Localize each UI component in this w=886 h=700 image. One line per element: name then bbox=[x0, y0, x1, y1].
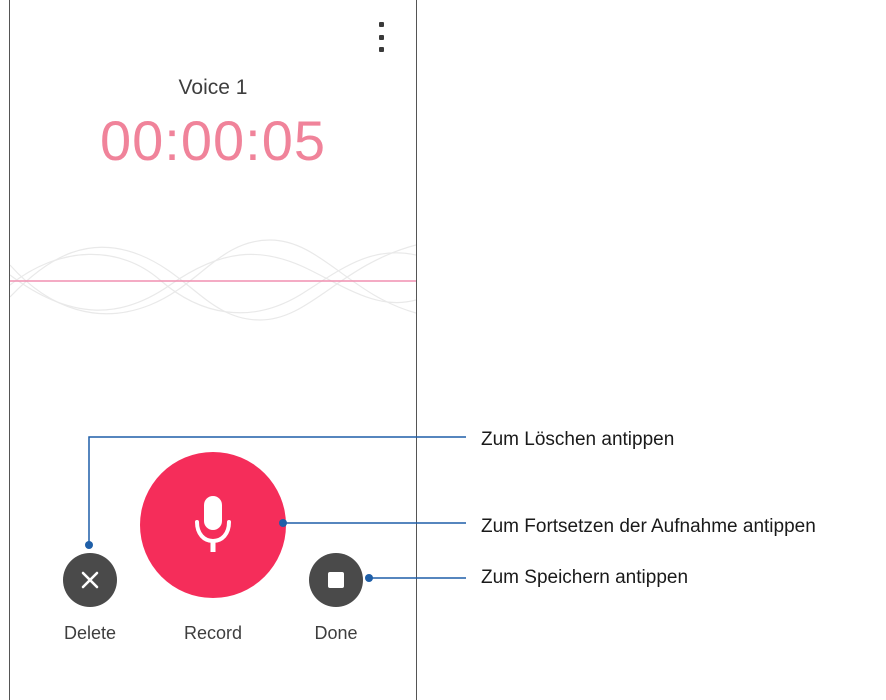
callout-line-delete bbox=[88, 436, 466, 545]
callout-dot-delete bbox=[85, 541, 93, 549]
callout-delete-text: Zum Löschen antippen bbox=[481, 429, 675, 450]
callout-lines bbox=[85, 436, 466, 582]
callout-dot-done bbox=[365, 574, 373, 582]
callout-dot-record bbox=[279, 519, 287, 527]
callout-record-text: Zum Fortsetzen der Aufnahme antippen bbox=[481, 516, 816, 537]
callout-done-text: Zum Speichern antippen bbox=[481, 567, 689, 588]
